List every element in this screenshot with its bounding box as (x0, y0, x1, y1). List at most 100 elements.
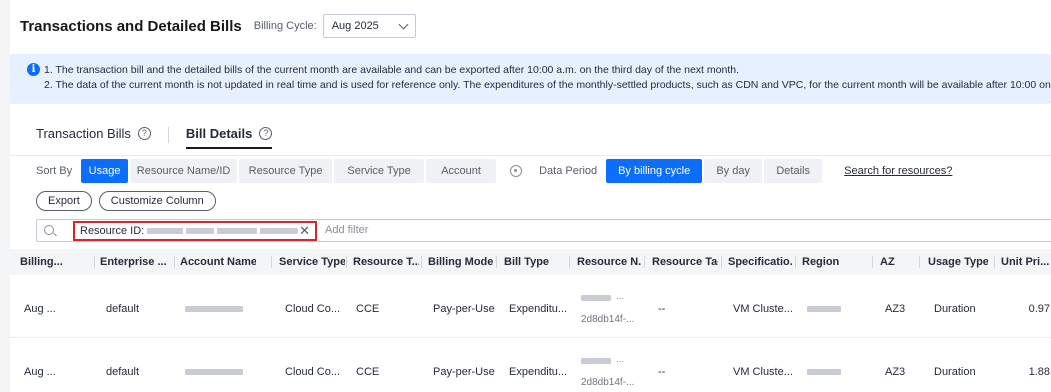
tab-label: Bill Details (185, 126, 253, 141)
column-divider (569, 256, 570, 268)
bill-tabs: Transaction Bills ? Bill Details ? (36, 126, 273, 156)
cell-billing-mode: Pay-per-Use (433, 366, 495, 378)
cell-resource-id[interactable]: 2d8db14f-... (581, 377, 634, 388)
banner-line-2: 2. The data of the current month is not … (44, 79, 1051, 91)
column-header-account-name[interactable]: Account Name ? (180, 249, 256, 275)
cell-bill-type: Expenditu... (509, 303, 568, 315)
column-divider (496, 256, 497, 268)
resource-id-filter-chip[interactable]: Resource ID: ✕ (73, 221, 317, 241)
customize-column-button[interactable]: Customize Column (98, 191, 216, 211)
column-divider (421, 256, 422, 268)
column-header[interactable]: Billing... (20, 249, 92, 275)
column-divider (721, 256, 722, 268)
add-filter-placeholder[interactable]: Add filter (325, 224, 368, 236)
cell-billing-cycle: Aug ... (24, 303, 56, 315)
cell-resource-tag: -- (658, 303, 666, 315)
cell-resource-tag: -- (658, 366, 666, 378)
help-icon[interactable]: ? (259, 127, 273, 140)
cell-usage-type: Duration (934, 303, 976, 315)
cell-enterprise-project: default (106, 366, 140, 378)
filter-bar[interactable]: Resource ID: ✕ Add filter (36, 219, 1051, 242)
banner-line-1: 1. The transaction bill and the detailed… (44, 64, 739, 76)
cell-billing-cycle: Aug ... (24, 366, 56, 378)
column-divider (346, 256, 347, 268)
cell-resource-type: CCE (356, 366, 380, 378)
column-header[interactable]: Resource Tag (652, 249, 718, 275)
cell-service-type: Cloud Co... (285, 303, 341, 315)
export-button[interactable]: Export (36, 191, 92, 211)
redacted-account-name (185, 306, 243, 312)
redacted-resource-name (581, 358, 611, 364)
column-divider (919, 256, 920, 268)
period-option-by-day[interactable]: By day (704, 159, 763, 183)
cell-unit-price: 0.97 (1028, 303, 1050, 315)
sort-option-service-type[interactable]: Service Type (334, 159, 425, 183)
tab-transaction-bills[interactable]: Transaction Bills ? (36, 126, 151, 147)
gear-icon[interactable] (510, 165, 523, 177)
cell-bill-type: Expenditu... (509, 366, 568, 378)
cell-resource-type: CCE (356, 303, 380, 315)
redacted-region (807, 306, 841, 312)
search-resources-link[interactable]: Search for resources? (844, 165, 952, 177)
close-icon[interactable]: ✕ (299, 224, 310, 238)
tab-label: Transaction Bills (36, 126, 131, 141)
sort-option-resource-type[interactable]: Resource Type (239, 159, 333, 183)
sort-option-account[interactable]: Account (426, 159, 497, 183)
table-header: Billing... Enterprise ... Account Name ?… (10, 249, 1051, 275)
help-icon[interactable]: ? (137, 127, 151, 140)
cell-resource-id[interactable]: 2d8db14f-... (581, 314, 634, 325)
table-row[interactable]: Aug ... default Cloud Co... CCE Pay-per-… (10, 339, 1051, 392)
info-icon: i (27, 63, 40, 76)
table-row[interactable]: Aug ... default Cloud Co... CCE Pay-per-… (10, 276, 1051, 338)
cell-specification: VM Cluste... (733, 366, 793, 378)
column-header[interactable]: Billing Mode (428, 249, 494, 275)
cell-enterprise-project: default (106, 303, 140, 315)
redacted-region (807, 369, 841, 375)
tabs-divider (10, 155, 1051, 156)
column-divider (174, 256, 175, 268)
column-header[interactable]: Service Type (279, 249, 345, 275)
column-divider (94, 256, 95, 268)
cell-az: AZ3 (885, 303, 906, 315)
column-header[interactable]: Enterprise ... (100, 249, 172, 275)
cell-service-type: Cloud Co... (285, 366, 341, 378)
redacted-account-name (185, 369, 243, 375)
redacted-value (217, 228, 258, 234)
billing-cycle-label: Billing Cycle: (253, 20, 317, 32)
info-banner: i 1. The transaction bill and the detail… (10, 54, 1051, 104)
tab-divider (167, 127, 169, 143)
chevron-down-icon (398, 19, 409, 29)
cell-az: AZ3 (885, 366, 906, 378)
action-buttons: Export Customize Column (36, 191, 223, 211)
tab-bill-details[interactable]: Bill Details ? (185, 126, 273, 149)
sort-by-label: Sort By (36, 165, 73, 177)
column-header[interactable]: Specificatio... (728, 249, 792, 275)
redacted-resource-name (581, 295, 611, 301)
billing-cycle-select[interactable]: Aug 2025 (322, 14, 416, 38)
billing-cycle-value: Aug 2025 (331, 20, 379, 32)
column-header[interactable]: Resource T... (353, 249, 419, 275)
cell-usage-type: Duration (934, 366, 976, 378)
column-header[interactable]: Resource N... (577, 249, 641, 275)
ellipsis: ... (616, 354, 625, 365)
column-header[interactable]: Bill Type (504, 249, 564, 275)
search-icon (44, 225, 54, 235)
filter-chip-label: Resource ID: (80, 225, 145, 237)
page-title: Transactions and Detailed Bills (20, 17, 242, 35)
sort-option-resource-name[interactable]: Resource Name/ID (130, 159, 238, 183)
column-header[interactable]: Usage Type (928, 249, 988, 275)
redacted-value (147, 228, 184, 234)
period-option-details[interactable]: Details (764, 159, 823, 183)
column-divider (872, 256, 873, 268)
ellipsis: ... (616, 291, 625, 302)
column-divider (994, 256, 995, 268)
cell-billing-mode: Pay-per-Use (433, 303, 495, 315)
period-option-by-billing-cycle[interactable]: By billing cycle (606, 159, 703, 183)
column-header[interactable]: Unit Pri... (1001, 249, 1051, 275)
redacted-value (186, 228, 215, 234)
column-divider (271, 256, 272, 268)
column-header[interactable]: AZ (880, 249, 910, 275)
sort-option-usage[interactable]: Usage (81, 159, 129, 183)
data-period-label: Data Period (539, 165, 598, 177)
column-header[interactable]: Region (802, 249, 862, 275)
